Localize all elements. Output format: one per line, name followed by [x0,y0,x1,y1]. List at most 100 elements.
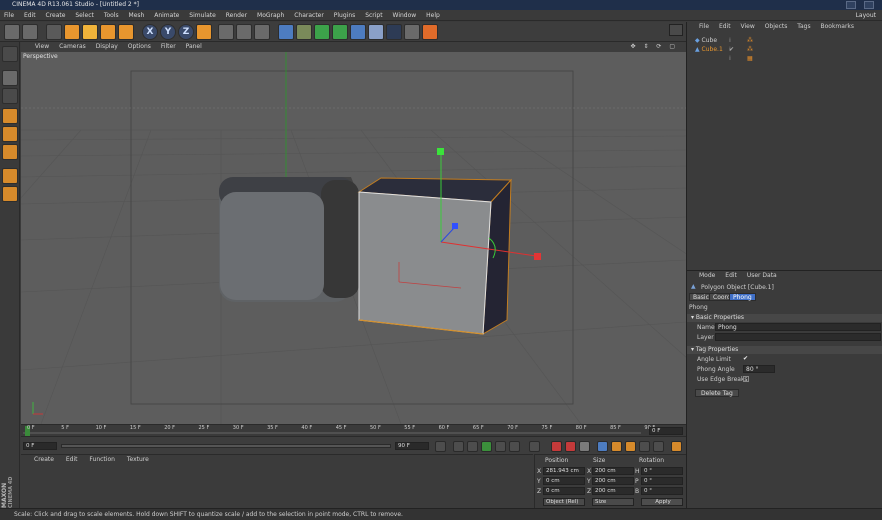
floor-icon[interactable] [368,24,384,40]
viewport-menu-cameras[interactable]: Cameras [55,42,90,52]
size-y-field[interactable]: 200 cm [592,477,634,485]
object-row-cube[interactable]: ◆ Cube ⁞ ✔ ⁂ [695,36,753,53]
record-icon[interactable] [551,441,562,452]
model-mode-icon[interactable] [2,70,18,86]
keyframe-selection-icon[interactable] [579,441,590,452]
redo-button[interactable] [22,24,38,40]
size-x-field[interactable]: 200 cm [592,467,634,475]
coordinate-system-icon[interactable] [196,24,212,40]
menu-script[interactable]: Script [361,10,386,21]
perspective-viewport[interactable]: Perspective [21,52,686,424]
material-menu-function[interactable]: Function [84,455,120,465]
phong-angle-field[interactable]: 80 ° [743,365,775,373]
position-x-field[interactable]: 281.943 cm [543,467,585,475]
key-position-icon[interactable] [597,441,608,452]
position-y-field[interactable]: 0 cm [543,477,585,485]
visibility-icon[interactable]: ⁞ ⁞ [729,45,731,63]
previous-frame-icon[interactable] [467,441,478,452]
rotation-h-field[interactable]: 0 ° [641,467,683,475]
material-menu-create[interactable]: Create [29,455,59,465]
object-row-cube-1[interactable]: ▲ Cube.1 ⁞ ⁞ ⁂ ▦ [695,45,753,62]
spline-pen-icon[interactable] [296,24,312,40]
next-key-icon[interactable] [509,441,520,452]
snap-icon[interactable] [2,186,18,202]
timeline-ruler[interactable]: 0 F 5 F 10 F 15 F 20 F 25 F 30 F 35 F 40 F 45 F 50… [21,424,686,437]
menu-animate[interactable]: Animate [150,10,183,21]
menu-render[interactable]: Render [222,10,251,21]
viewport-menu-panel[interactable]: Panel [182,42,206,52]
end-frame-field[interactable]: 90 F [395,442,429,450]
material-menu-edit[interactable]: Edit [61,455,83,465]
previous-key-icon[interactable] [453,441,464,452]
range-slider[interactable] [61,444,391,448]
name-field[interactable]: Phong [715,323,881,331]
material-menu-texture[interactable]: Texture [122,455,154,465]
object-menu-view[interactable]: View [737,22,759,32]
z-axis-lock-button[interactable]: Z [178,24,194,40]
rotate-tool-icon[interactable] [100,24,116,40]
camera-icon[interactable] [386,24,402,40]
basic-properties-header[interactable]: ▾ Basic Properties [687,314,882,322]
material-tag-icon[interactable] [422,24,438,40]
key-parameter-icon[interactable] [639,441,650,452]
render-picture-viewer-icon[interactable] [236,24,252,40]
attr-menu-edit[interactable]: Edit [721,271,741,281]
rotation-b-field[interactable]: 0 ° [641,487,683,495]
size-z-field[interactable]: 200 cm [592,487,634,495]
size-mode-select[interactable]: Size [592,498,634,506]
viewport-menu-view[interactable]: View [31,42,53,52]
menu-create[interactable]: Create [42,10,70,21]
minimize-button[interactable] [846,1,856,9]
use-edge-breaks-checkbox[interactable] [743,376,749,382]
layer-field[interactable] [715,333,881,341]
start-frame-field[interactable]: 0 F [23,442,57,450]
deformer-icon[interactable] [350,24,366,40]
menu-mograph[interactable]: MoGraph [253,10,288,21]
timeline-end-field[interactable]: 0 F [649,427,683,435]
next-frame-icon[interactable] [495,441,506,452]
menu-help[interactable]: Help [422,10,444,21]
apply-button[interactable]: Apply [641,498,683,506]
play-icon[interactable] [481,441,492,452]
move-tool-icon[interactable] [64,24,80,40]
recent-tool-icon[interactable] [118,24,134,40]
phong-tag-icon[interactable]: ⁂ [747,36,753,45]
tab-phong[interactable]: Phong [729,293,756,301]
viewport-menu-options[interactable]: Options [124,42,155,52]
menu-edit[interactable]: Edit [20,10,40,21]
go-to-start-icon[interactable] [435,441,446,452]
position-z-field[interactable]: 0 cm [543,487,585,495]
undo-button[interactable] [4,24,20,40]
make-editable-icon[interactable] [2,46,18,62]
autokey-icon[interactable] [565,441,576,452]
cube-primitive-icon[interactable] [278,24,294,40]
viewport-menu-display[interactable]: Display [92,42,122,52]
viewport-nav-icons[interactable]: ✥ ⇕ ⟳ ▢ [627,42,682,52]
close-button[interactable] [864,1,874,9]
select-arrow-icon[interactable] [46,24,62,40]
key-pla-icon[interactable] [653,441,664,452]
render-settings-icon[interactable] [254,24,270,40]
object-menu-edit[interactable]: Edit [715,22,735,32]
menu-tools[interactable]: Tools [100,10,123,21]
array-icon[interactable] [332,24,348,40]
layout-toggle-icon[interactable] [669,24,683,36]
layout-label[interactable]: Layout [852,10,880,21]
x-axis-lock-button[interactable]: X [142,24,158,40]
go-to-end-icon[interactable] [529,441,540,452]
menu-plugins[interactable]: Plugins [330,10,360,21]
points-mode-icon[interactable] [2,108,18,124]
menu-select[interactable]: Select [71,10,98,21]
render-view-icon[interactable] [218,24,234,40]
delete-tag-button[interactable]: Delete Tag [695,389,739,397]
object-menu-file[interactable]: File [695,22,713,32]
texture-mode-icon[interactable] [2,88,18,104]
timeline-options-icon[interactable] [671,441,682,452]
nurbs-icon[interactable] [314,24,330,40]
menu-simulate[interactable]: Simulate [185,10,220,21]
rotation-p-field[interactable]: 0 ° [641,477,683,485]
viewport-menu-filter[interactable]: Filter [157,42,180,52]
attr-menu-user-data[interactable]: User Data [743,271,781,281]
menu-mesh[interactable]: Mesh [125,10,149,21]
attr-menu-mode[interactable]: Mode [695,271,719,281]
